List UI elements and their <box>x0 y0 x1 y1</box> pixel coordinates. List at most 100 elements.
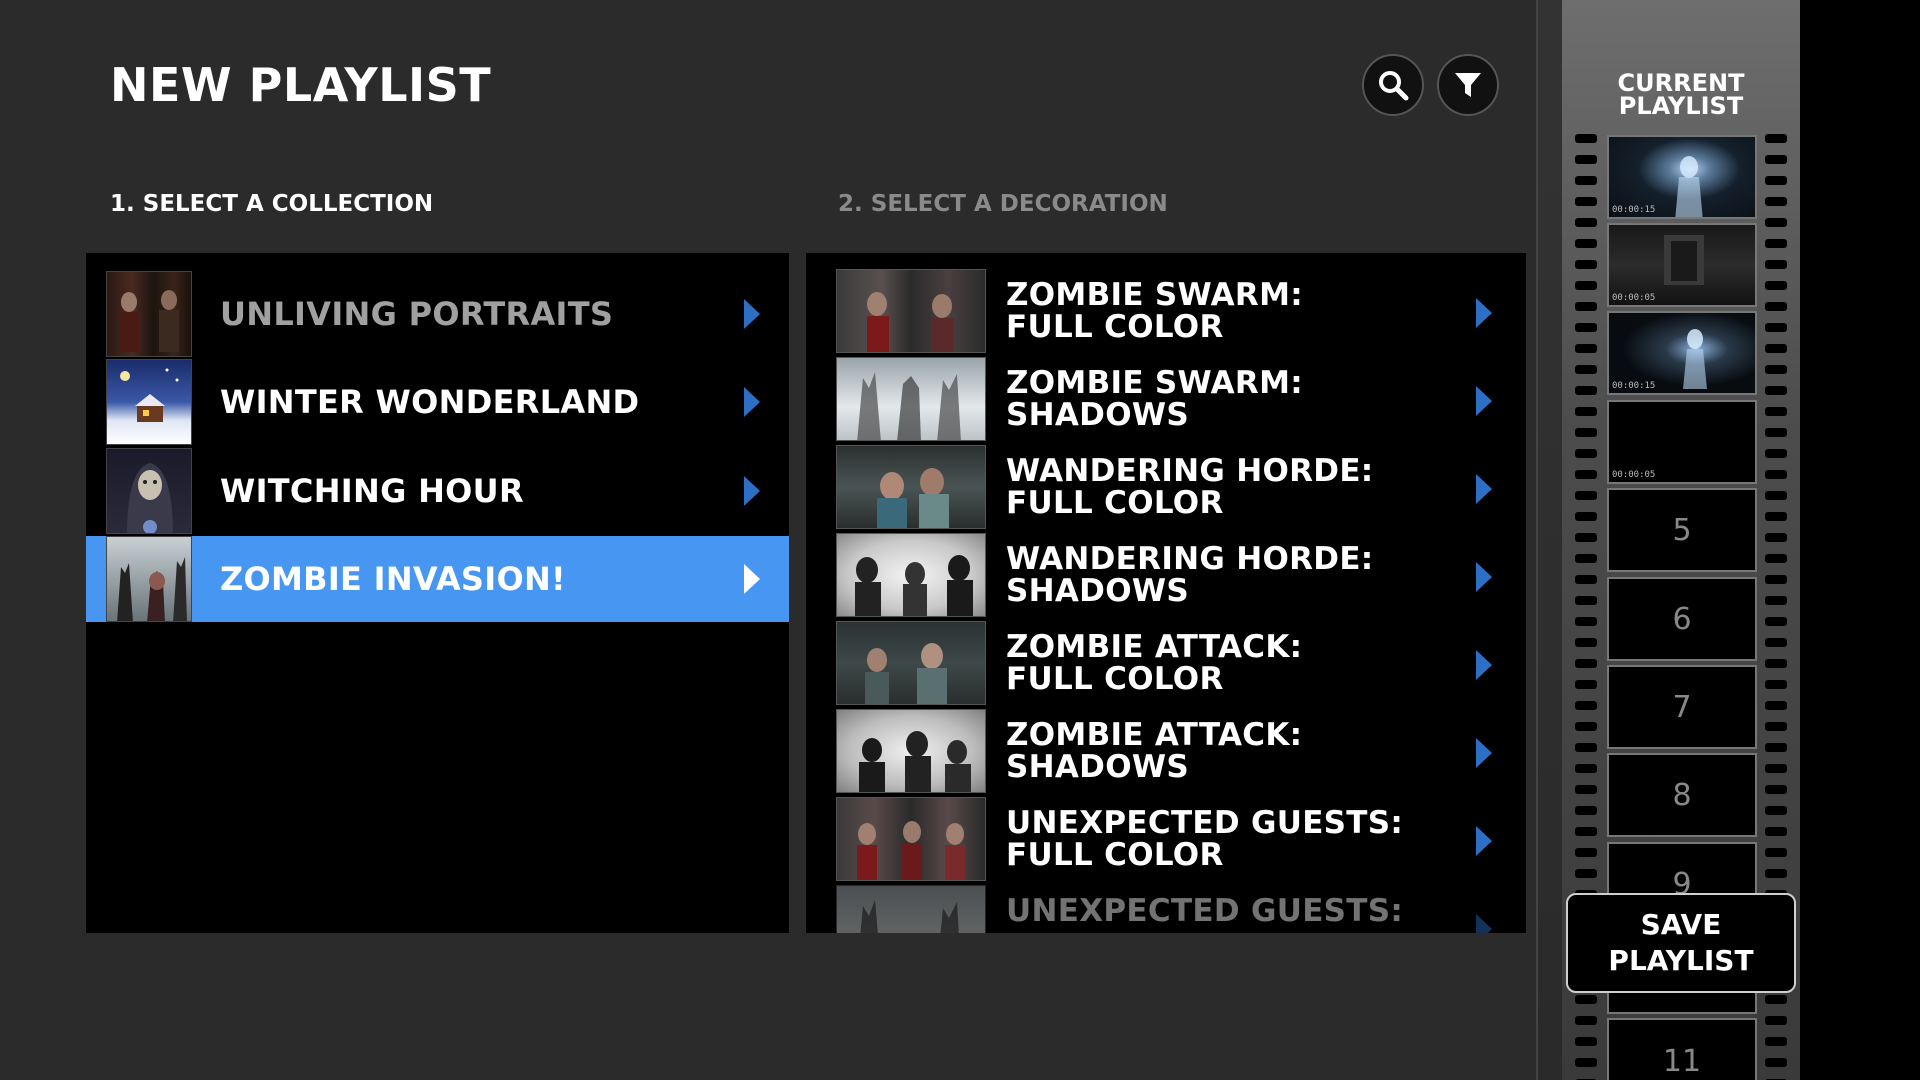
frame-number: 11 <box>1662 1044 1702 1079</box>
playlist-frame[interactable]: 00:00:15 <box>1607 311 1757 395</box>
perforation-hole <box>1765 785 1787 794</box>
perforation-hole <box>1765 365 1787 374</box>
collection-item-selected[interactable]: ZOMBIE INVASION! <box>86 536 789 622</box>
perforation-hole <box>1765 218 1787 227</box>
filter-button[interactable] <box>1437 54 1499 116</box>
perforation-hole <box>1575 764 1597 773</box>
frame-number: 5 <box>1672 512 1692 548</box>
collection-item[interactable]: WINTER WONDERLAND <box>86 359 789 445</box>
chevron-right-icon <box>1476 738 1492 768</box>
decoration-item[interactable]: WANDERING HORDE: FULL COLOR <box>806 445 1526 533</box>
perforation-hole <box>1765 1037 1787 1046</box>
decoration-item[interactable]: ZOMBIE SWARM: SHADOWS <box>806 357 1526 445</box>
perforation-hole <box>1575 239 1597 248</box>
collection-item[interactable]: UNLIVING PORTRAITS <box>86 271 789 357</box>
playlist-frame-empty[interactable]: 6 <box>1607 577 1757 661</box>
perforation-hole <box>1575 365 1597 374</box>
perforation-hole <box>1575 533 1597 542</box>
perforation-hole <box>1575 848 1597 857</box>
frame-duration: 00:00:15 <box>1612 381 1656 391</box>
perforation-hole <box>1765 260 1787 269</box>
perforation-hole <box>1765 743 1787 752</box>
perforation-hole <box>1575 134 1597 143</box>
perforation-hole <box>1575 428 1597 437</box>
decoration-thumbnail <box>836 269 986 353</box>
perforation-hole <box>1575 176 1597 185</box>
collection-thumbnail <box>106 448 192 534</box>
collection-item[interactable]: WITCHING HOUR <box>86 448 789 534</box>
chevron-right-icon <box>744 476 760 506</box>
decoration-label: UNEXPECTED GUESTS: <box>1006 893 1404 929</box>
perforation-hole <box>1575 806 1597 815</box>
chevron-right-icon <box>1476 650 1492 680</box>
collection-label: ZOMBIE INVASION! <box>220 560 566 598</box>
perforation-hole <box>1765 848 1787 857</box>
save-playlist-button[interactable]: SAVE PLAYLIST <box>1566 893 1796 993</box>
playlist-frame[interactable]: 00:00:05 <box>1607 223 1757 307</box>
perforation-hole <box>1575 617 1597 626</box>
perforation-hole <box>1765 533 1787 542</box>
perforation-hole <box>1575 1058 1597 1067</box>
perforation-hole <box>1765 554 1787 563</box>
perforation-hole <box>1765 575 1787 584</box>
playlist-frame-empty[interactable]: 8 <box>1607 753 1757 837</box>
decoration-label: ZOMBIE ATTACK: FULL COLOR <box>1006 629 1303 697</box>
perforation-hole <box>1765 995 1787 1004</box>
perforation-hole <box>1765 281 1787 290</box>
perforation-hole <box>1575 1016 1597 1025</box>
decoration-item[interactable]: UNEXPECTED GUESTS: <box>806 885 1526 933</box>
perforation-hole <box>1575 407 1597 416</box>
decoration-item[interactable]: ZOMBIE ATTACK: SHADOWS <box>806 709 1526 797</box>
perforation-hole <box>1765 1058 1787 1067</box>
search-icon <box>1379 71 1409 101</box>
decoration-item[interactable]: WANDERING HORDE: SHADOWS <box>806 533 1526 621</box>
perforation-hole <box>1575 491 1597 500</box>
chevron-right-icon <box>744 299 760 329</box>
frame-number: 6 <box>1672 601 1692 637</box>
perforation-hole <box>1575 722 1597 731</box>
perforation-hole <box>1575 512 1597 521</box>
frame-duration: 00:00:05 <box>1612 293 1656 303</box>
playlist-frame[interactable]: 00:00:05 <box>1607 400 1757 484</box>
perforation-hole <box>1765 302 1787 311</box>
perforation-hole <box>1765 470 1787 479</box>
perforation-hole <box>1575 197 1597 206</box>
playlist-frame[interactable]: 00:00:15 <box>1607 135 1757 219</box>
perforation-hole <box>1575 470 1597 479</box>
decoration-label: ZOMBIE ATTACK: SHADOWS <box>1006 717 1303 785</box>
perforation-hole <box>1575 680 1597 689</box>
perforation-hole <box>1765 491 1787 500</box>
perforation-hole <box>1765 659 1787 668</box>
perforation-hole <box>1575 260 1597 269</box>
playlist-frame-empty[interactable]: 5 <box>1607 488 1757 572</box>
decoration-item[interactable]: UNEXPECTED GUESTS: FULL COLOR <box>806 797 1526 885</box>
decoration-item[interactable]: ZOMBIE ATTACK: FULL COLOR <box>806 621 1526 709</box>
chevron-right-icon <box>1476 474 1492 504</box>
perforation-hole <box>1765 155 1787 164</box>
perforation-hole <box>1765 386 1787 395</box>
perforation-hole <box>1575 281 1597 290</box>
perforation-hole <box>1575 575 1597 584</box>
search-button[interactable] <box>1362 54 1424 116</box>
perforation-hole <box>1765 134 1787 143</box>
playlist-frame-empty[interactable]: 7 <box>1607 665 1757 749</box>
decoration-thumbnail <box>836 797 986 881</box>
perforation-hole <box>1575 869 1597 878</box>
decoration-item[interactable]: ZOMBIE SWARM: FULL COLOR <box>806 269 1526 357</box>
decoration-label: WANDERING HORDE: FULL COLOR <box>1006 453 1374 521</box>
perforation-hole <box>1575 155 1597 164</box>
perforation-hole <box>1765 512 1787 521</box>
frame-duration: 00:00:05 <box>1612 470 1656 480</box>
collection-thumbnail <box>106 359 192 445</box>
playlist-title: CURRENT PLAYLIST <box>1617 69 1745 120</box>
decoration-label: UNEXPECTED GUESTS: FULL COLOR <box>1006 805 1404 873</box>
frame-duration: 00:00:15 <box>1612 205 1656 215</box>
perforation-hole <box>1765 239 1787 248</box>
playlist-frame-empty[interactable]: 11 <box>1607 1018 1757 1080</box>
collection-list: UNLIVING PORTRAITS WINTER WONDERLAND WIT… <box>86 253 789 933</box>
perforation-hole <box>1765 869 1787 878</box>
decoration-label: ZOMBIE SWARM: FULL COLOR <box>1006 277 1303 345</box>
collection-label: WITCHING HOUR <box>220 472 524 510</box>
perforation-hole <box>1765 617 1787 626</box>
perforation-hole <box>1765 407 1787 416</box>
